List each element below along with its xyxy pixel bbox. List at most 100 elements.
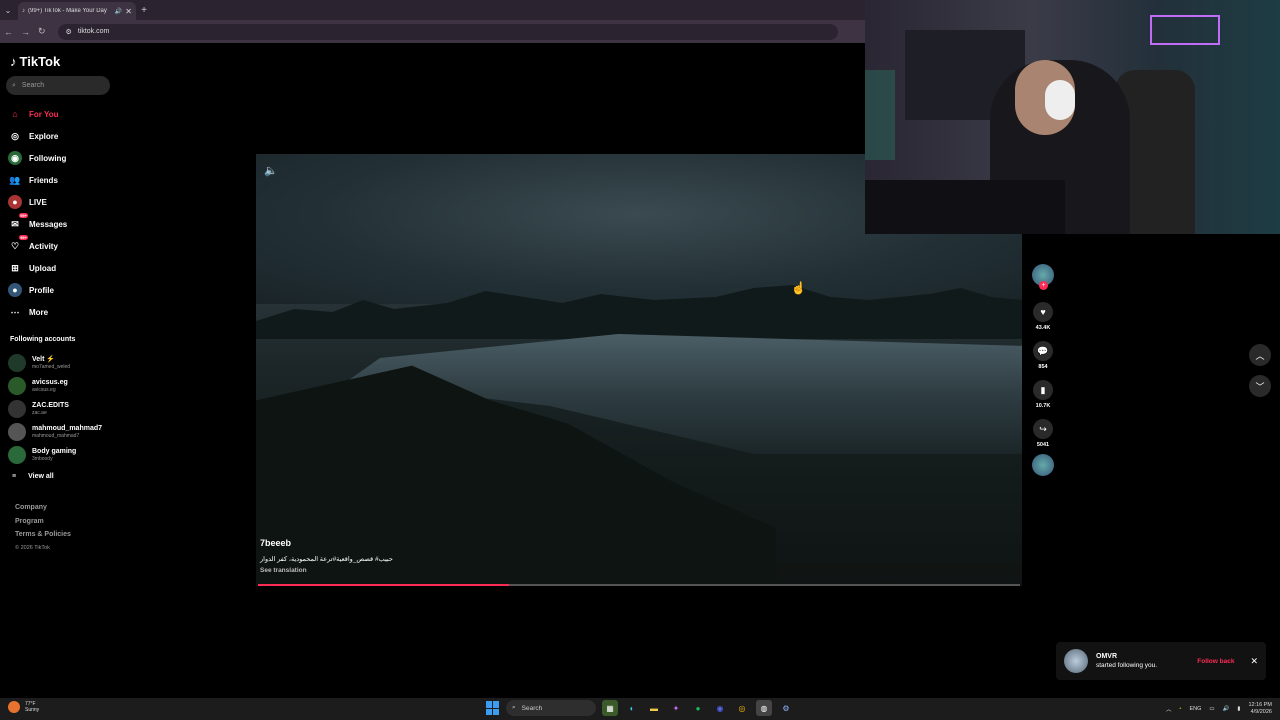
following-account[interactable]: ZAC.EDITS zac.ae — [8, 397, 102, 420]
windows-start-icon[interactable] — [486, 701, 500, 715]
account-name: avicsus.eg — [32, 378, 68, 386]
weather-widget[interactable]: 77°F Sunny — [8, 701, 39, 713]
bookmark-icon: ▮ — [1040, 384, 1046, 395]
account-handle: 3mboody — [32, 455, 53, 462]
account-handle: mo7amed_weled — [32, 363, 71, 370]
follow-notification: OMVR started following you. Follow back … — [1056, 642, 1266, 680]
sidebar-item-for-you[interactable]: ⌂ For You — [8, 103, 67, 125]
url-field[interactable]: ⚙ tiktok.com — [57, 23, 838, 40]
tab-list-button[interactable]: ⌄ — [0, 0, 16, 20]
previous-video-button[interactable]: ︿ — [1249, 344, 1271, 366]
sidebar-item-explore[interactable]: ◎ Explore — [8, 125, 67, 147]
notification-name[interactable]: OMVR — [1096, 653, 1189, 660]
following-accounts-list: Velt ⚡ mo7amed_weled avicsus.eg avicsus.eg… — [8, 351, 102, 486]
following-account[interactable]: Body gaming 3mboody — [8, 443, 102, 466]
heart-icon: ♥ — [1040, 307, 1046, 317]
site-info-icon[interactable]: ⚙ — [66, 28, 72, 36]
clock[interactable]: 12:16 PM 4/9/2026 — [1248, 702, 1272, 715]
language-indicator[interactable]: ENG — [1189, 706, 1201, 712]
system-tray: ︿ ▪ ENG ▭ 🔊 ▮ 12:16 PM 4/9/2026 — [1166, 702, 1272, 715]
sidebar-item-profile[interactable]: ● Profile — [8, 279, 67, 301]
like-count: 43.4K — [1035, 325, 1051, 331]
footer-links: Company Program Terms & Policies © 2026 … — [15, 504, 71, 558]
sidebar-item-label: Friends — [29, 175, 58, 185]
share-count: 5041 — [1036, 442, 1050, 448]
copilot-icon[interactable]: ✦ — [668, 700, 684, 716]
close-tab-icon[interactable]: ✕ — [125, 7, 132, 16]
browser-tab[interactable]: ♪ (99+) TikTok - Make Your Day 🔊 ✕ — [18, 2, 136, 20]
chrome-icon[interactable]: ◎ — [734, 700, 750, 716]
speaker-icon[interactable]: 🔊 — [115, 8, 122, 15]
spotify-icon[interactable]: ● — [690, 700, 706, 716]
following-account[interactable]: Velt ⚡ mo7amed_weled — [8, 351, 102, 374]
tab-title: (99+) TikTok - Make Your Day — [28, 8, 107, 14]
sidebar-item-following[interactable]: ◉ Following — [8, 147, 67, 169]
battery-icon[interactable]: ▮ — [1237, 706, 1240, 712]
sidebar-item-friends[interactable]: 👥 Friends — [8, 169, 67, 191]
search-input[interactable]: ⌕ Search — [6, 76, 110, 95]
network-icon[interactable]: ▭ — [1209, 706, 1214, 712]
file-explorer-icon[interactable]: ▬ — [646, 700, 662, 716]
follow-plus-icon[interactable]: + — [1039, 281, 1048, 290]
sidebar-item-activity[interactable]: ♡ 99+ Activity — [8, 235, 67, 257]
following-account[interactable]: mahmoud_mahmad7 mahmoud_mahmad7 — [8, 420, 102, 443]
comment-button[interactable]: 💬 — [1033, 341, 1053, 361]
webcam-headset — [1045, 80, 1075, 120]
obs-icon[interactable]: ◍ — [756, 700, 772, 716]
view-all-button[interactable]: ≡ View all — [8, 466, 102, 486]
sun-icon — [8, 701, 20, 713]
next-video-button[interactable]: ﹀ — [1249, 375, 1271, 397]
volume-icon[interactable]: 🔈 — [264, 164, 278, 177]
tiktok-favicon-icon: ♪ — [22, 8, 25, 14]
new-tab-button[interactable]: + — [136, 5, 152, 16]
taskbar-search[interactable]: ⌕ Search — [506, 700, 596, 716]
video-progress-bar[interactable] — [258, 584, 1020, 586]
activity-icon: ♡ 99+ — [10, 235, 28, 251]
edge-icon[interactable]: ◐ — [624, 700, 640, 716]
sidebar-item-more[interactable]: ⋯ More — [8, 301, 67, 323]
forward-icon[interactable]: → — [21, 27, 30, 37]
view-all-label: View all — [28, 472, 54, 480]
video-progress-fill — [258, 584, 510, 586]
search-placeholder: Search — [21, 82, 45, 89]
video-author[interactable]: 7beeeb — [260, 538, 393, 548]
tiktok-logo[interactable]: ♪ TikTok — [10, 54, 60, 69]
home-icon: ⌂ — [12, 109, 18, 119]
more-icon: ⋯ — [10, 306, 20, 317]
url-text: tiktok.com — [77, 28, 110, 35]
list-icon: ≡ — [12, 472, 17, 480]
notification-avatar[interactable] — [1064, 649, 1088, 673]
sidebar-item-upload[interactable]: ⊞ Upload — [8, 257, 67, 279]
notification-message: started following you. — [1096, 662, 1158, 669]
footer-link-company[interactable]: Company — [15, 504, 71, 518]
activity-badge: 99+ — [19, 235, 28, 240]
discord-icon[interactable]: ◉ — [712, 700, 728, 716]
music-disc[interactable] — [1032, 454, 1054, 476]
creator-avatar[interactable]: + — [1032, 264, 1054, 290]
mouse-cursor-icon: ☝ — [791, 281, 806, 295]
like-button[interactable]: ♥ — [1033, 302, 1053, 322]
sidebar-item-live[interactable]: ● LIVE — [8, 191, 67, 213]
widget-app-icon[interactable]: ▦ — [602, 700, 618, 716]
save-count: 10.7K — [1035, 403, 1051, 409]
logo-text: TikTok — [19, 54, 61, 69]
nvidia-icon[interactable]: ▪ — [1179, 706, 1181, 712]
back-icon[interactable]: ← — [4, 27, 13, 37]
reload-icon[interactable]: ↻ — [38, 26, 46, 37]
following-account[interactable]: avicsus.eg avicsus.eg — [8, 374, 102, 397]
see-translation-link[interactable]: See translation — [260, 567, 393, 574]
settings-icon[interactable]: ⚙ — [778, 700, 794, 716]
volume-icon[interactable]: 🔊 — [1223, 706, 1230, 712]
footer-link-terms[interactable]: Terms & Policies — [15, 531, 71, 545]
close-icon[interactable]: ✕ — [1250, 656, 1258, 667]
footer-link-program[interactable]: Program — [15, 518, 71, 532]
sidebar-item-messages[interactable]: ✉ 99+ Messages — [8, 213, 67, 235]
follow-back-button[interactable]: Follow back — [1197, 658, 1234, 665]
chevron-up-icon[interactable]: ︿ — [1166, 705, 1172, 713]
sidebar-item-label: For You — [29, 109, 59, 119]
share-button[interactable]: ↪ — [1033, 419, 1053, 439]
avatar — [8, 445, 26, 464]
chevron-up-icon: ︿ — [1255, 350, 1265, 361]
save-button[interactable]: ▮ — [1033, 380, 1053, 400]
account-handle: mahmoud_mahmad7 — [32, 432, 80, 439]
